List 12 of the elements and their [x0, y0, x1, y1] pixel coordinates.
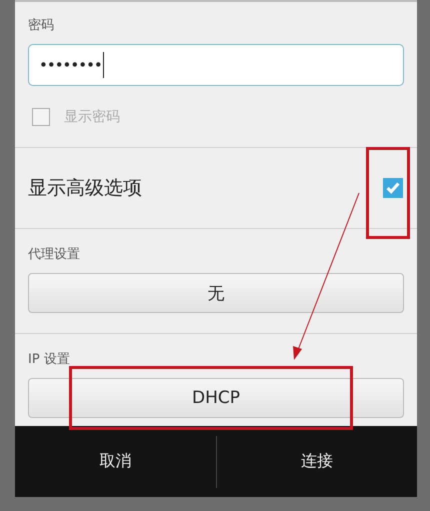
cancel-button[interactable]: 取消 — [15, 426, 216, 497]
proxy-label: 代理设置 — [28, 246, 80, 263]
ip-settings-label: IP 设置 — [28, 351, 70, 368]
advanced-options-label: 显示高级选项 — [28, 176, 142, 201]
advanced-options-checkbox[interactable] — [383, 178, 403, 198]
show-password-checkbox[interactable] — [32, 108, 50, 126]
ip-settings-dropdown[interactable]: DHCP — [28, 378, 404, 418]
connect-button[interactable]: 连接 — [216, 426, 417, 497]
password-field[interactable]: •••••••• — [28, 44, 404, 86]
proxy-dropdown[interactable]: 无 — [28, 273, 404, 313]
password-label: 密码 — [28, 17, 54, 34]
show-password-label: 显示密码 — [64, 108, 120, 126]
